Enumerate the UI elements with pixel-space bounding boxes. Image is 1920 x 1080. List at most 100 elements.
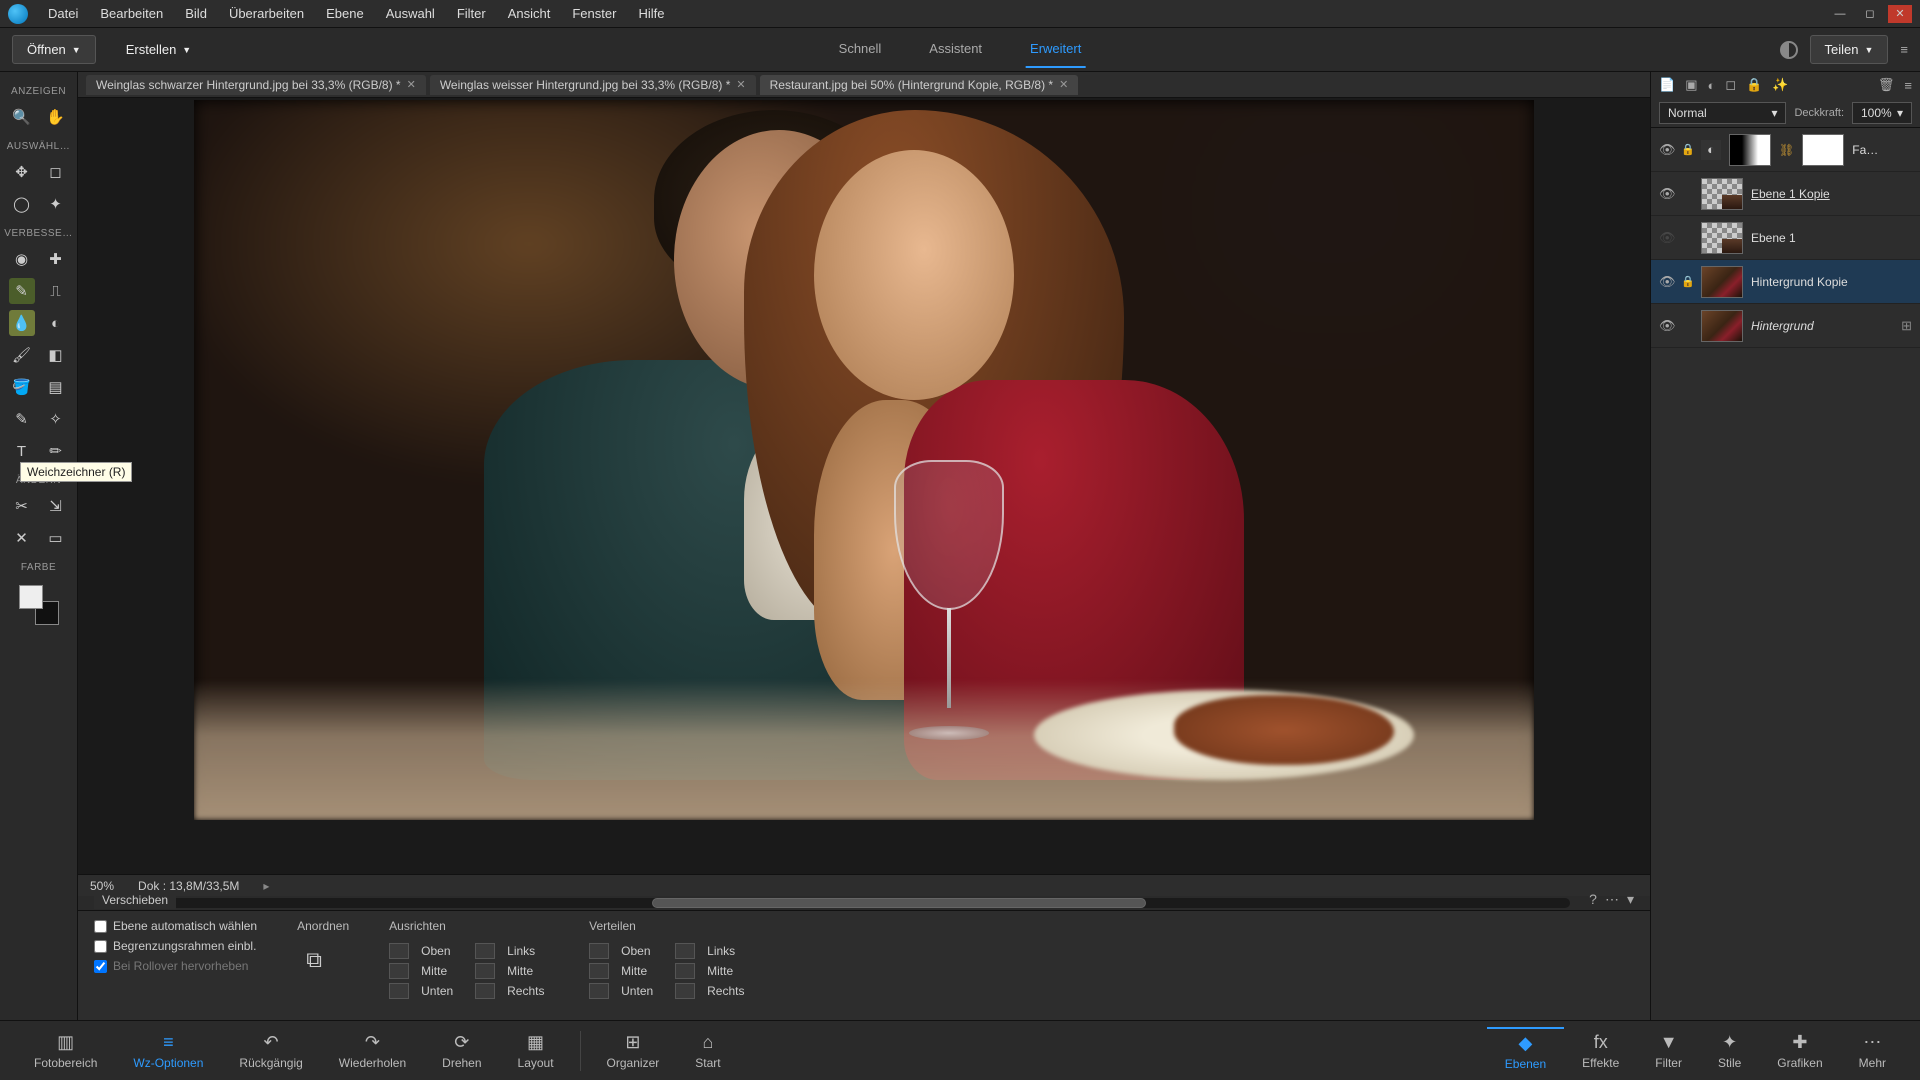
more-icon[interactable]: ⋯: [1605, 891, 1619, 908]
clone-stamp-tool[interactable]: ⎍: [43, 278, 69, 304]
menu-filter[interactable]: Filter: [447, 2, 496, 25]
menu-auswahl[interactable]: Auswahl: [376, 2, 445, 25]
smart-brush-tool[interactable]: ✎: [9, 278, 35, 304]
visibility-toggle-icon[interactable]: 👁: [1659, 230, 1673, 246]
visibility-toggle-icon[interactable]: 👁: [1659, 318, 1673, 334]
layer-name[interactable]: Ebene 1 Kopie: [1751, 187, 1912, 201]
gradient-tool[interactable]: ▤: [43, 374, 69, 400]
task-rueckgaengig[interactable]: ↶Rückgängig: [221, 1028, 320, 1074]
menu-ebene[interactable]: Ebene: [316, 2, 374, 25]
foreground-color-swatch[interactable]: [19, 585, 43, 609]
opacity-input[interactable]: 100%▾: [1852, 102, 1912, 124]
menu-fenster[interactable]: Fenster: [562, 2, 626, 25]
dist-left-button[interactable]: [675, 943, 695, 959]
blend-mode-select[interactable]: Normal▾: [1659, 102, 1786, 124]
mode-schnell[interactable]: Schnell: [835, 31, 886, 68]
lock-icon[interactable]: 🔒: [1681, 275, 1693, 288]
layer-name[interactable]: Ebene 1: [1751, 231, 1912, 245]
delete-layer-icon[interactable]: 🗑: [1878, 77, 1895, 93]
layer-fx-icon[interactable]: ✨: [1772, 77, 1788, 93]
menu-hilfe[interactable]: Hilfe: [628, 2, 674, 25]
adjustment-layer-icon[interactable]: ◐: [1707, 78, 1715, 93]
visibility-toggle-icon[interactable]: 👁: [1659, 186, 1673, 202]
color-swatches[interactable]: [19, 585, 59, 625]
mode-assistent[interactable]: Assistent: [925, 31, 986, 68]
link-icon[interactable]: ⛓: [1779, 143, 1794, 157]
mode-erweitert[interactable]: Erweitert: [1026, 31, 1085, 68]
horizontal-scrollbar[interactable]: [78, 896, 1650, 910]
check-bounding-box[interactable]: Begrenzungsrahmen einbl.: [94, 939, 257, 953]
help-icon[interactable]: ?: [1589, 891, 1597, 908]
layer-mask-icon[interactable]: ◻: [1725, 77, 1736, 93]
collapse-icon[interactable]: ▾: [1627, 891, 1634, 908]
align-bottom-button[interactable]: [389, 983, 409, 999]
wand-tool[interactable]: ✦: [43, 191, 69, 217]
menu-ansicht[interactable]: Ansicht: [498, 2, 561, 25]
task-wiederholen[interactable]: ↷Wiederholen: [321, 1028, 424, 1074]
task-organizer[interactable]: ⊞Organizer: [589, 1028, 678, 1074]
layer-row[interactable]: 👁 Ebene 1 Kopie: [1651, 172, 1920, 216]
task-stile[interactable]: ✦Stile: [1700, 1028, 1759, 1074]
close-tab-icon[interactable]: ✕: [407, 78, 416, 91]
layer-thumb[interactable]: [1701, 222, 1743, 254]
crop-tool[interactable]: ✂: [9, 493, 35, 519]
task-filter[interactable]: ▼Filter: [1637, 1028, 1700, 1074]
layer-thumb[interactable]: [1701, 178, 1743, 210]
new-layer-icon[interactable]: 📄: [1659, 77, 1675, 93]
eraser-tool[interactable]: ◧: [43, 342, 69, 368]
content-aware-tool[interactable]: ✕: [9, 525, 35, 551]
close-tab-icon[interactable]: ✕: [736, 78, 745, 91]
create-button[interactable]: Erstellen▼: [112, 36, 206, 63]
lasso-tool[interactable]: ◯: [9, 191, 35, 217]
window-maximize[interactable]: ◻: [1858, 5, 1882, 23]
pencil-tool[interactable]: ✏: [43, 438, 69, 464]
spot-heal-tool[interactable]: ✚: [43, 246, 69, 272]
panel-menu-icon[interactable]: ≡: [1904, 78, 1912, 93]
check-rollover[interactable]: Bei Rollover hervorheben: [94, 959, 257, 973]
visibility-toggle-icon[interactable]: 👁: [1659, 274, 1673, 290]
panel-menu-icon[interactable]: ≡: [1900, 42, 1908, 57]
dist-right-button[interactable]: [675, 983, 695, 999]
menu-ueberarbeiten[interactable]: Überarbeiten: [219, 2, 314, 25]
layer-row[interactable]: 👁 🔒 ◐ ⛓ Fa…: [1651, 128, 1920, 172]
menu-datei[interactable]: Datei: [38, 2, 88, 25]
task-fotobereich[interactable]: ▥Fotobereich: [16, 1028, 115, 1074]
shape-tool[interactable]: ✧: [43, 406, 69, 432]
text-tool[interactable]: T: [9, 438, 35, 464]
layer-thumb[interactable]: [1701, 310, 1743, 342]
hand-tool[interactable]: ✋: [43, 104, 69, 130]
zoom-tool[interactable]: 🔍: [9, 104, 35, 130]
window-close[interactable]: ✕: [1888, 5, 1912, 23]
layer-mask-thumb[interactable]: [1802, 134, 1844, 166]
task-mehr[interactable]: ⋯Mehr: [1841, 1028, 1904, 1074]
arrange-icon[interactable]: ⧉: [297, 943, 331, 977]
open-button[interactable]: Öffnen▼: [12, 35, 96, 64]
visibility-toggle-icon[interactable]: 👁: [1659, 142, 1673, 158]
layer-mask-thumb[interactable]: [1729, 134, 1771, 166]
check-auto-select[interactable]: Ebene automatisch wählen: [94, 919, 257, 933]
move-tool[interactable]: ✥: [9, 159, 35, 185]
align-center-button[interactable]: [475, 963, 495, 979]
layer-group-icon[interactable]: ▣: [1685, 77, 1697, 93]
layer-row[interactable]: 👁 🔒 Hintergrund Kopie: [1651, 260, 1920, 304]
eyedropper-tool[interactable]: ✎: [9, 406, 35, 432]
layer-row[interactable]: 👁 Ebene 1: [1651, 216, 1920, 260]
layer-row[interactable]: 👁 Hintergrund ⊞: [1651, 304, 1920, 348]
task-wz-optionen[interactable]: ≡Wz-Optionen: [115, 1028, 221, 1074]
align-top-button[interactable]: [389, 943, 409, 959]
layer-name[interactable]: Fa…: [1852, 143, 1912, 157]
theme-toggle-icon[interactable]: [1780, 41, 1798, 59]
task-grafiken[interactable]: ✚Grafiken: [1759, 1028, 1840, 1074]
dist-top-button[interactable]: [589, 943, 609, 959]
straighten-tool[interactable]: ▭: [43, 525, 69, 551]
close-tab-icon[interactable]: ✕: [1059, 78, 1068, 91]
layer-name[interactable]: Hintergrund Kopie: [1751, 275, 1912, 289]
dist-middle-button[interactable]: [589, 963, 609, 979]
task-effekte[interactable]: fxEffekte: [1564, 1028, 1637, 1074]
document-tab-1[interactable]: Weinglas weisser Hintergrund.jpg bei 33,…: [430, 75, 756, 95]
brush-tool[interactable]: 🖌: [9, 342, 35, 368]
dist-bottom-button[interactable]: [589, 983, 609, 999]
paint-bucket-tool[interactable]: 🪣: [9, 374, 35, 400]
canvas-area[interactable]: [78, 98, 1650, 874]
status-menu-icon[interactable]: ▸: [263, 879, 269, 893]
